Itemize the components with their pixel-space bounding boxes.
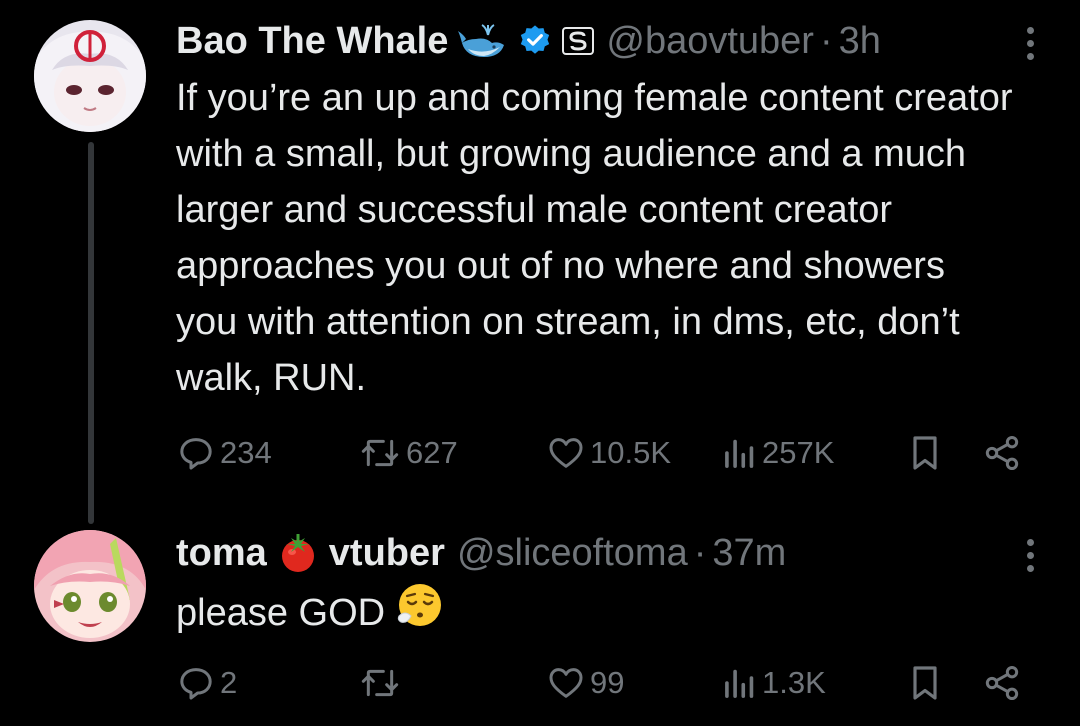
reply-icon bbox=[180, 668, 212, 700]
tweet-toma[interactable]: toma vtuber @sliceoftoma · 37m please GO… bbox=[0, 500, 1080, 726]
repost-count: 627 bbox=[406, 435, 458, 470]
avatar[interactable] bbox=[34, 20, 146, 132]
view-count: 1.3K bbox=[762, 665, 826, 700]
share-button[interactable] bbox=[982, 660, 1022, 706]
whale-icon bbox=[458, 21, 508, 61]
separator: · bbox=[819, 20, 833, 62]
affiliate-badge-icon[interactable] bbox=[562, 27, 595, 55]
views-icon bbox=[725, 669, 754, 698]
views-button[interactable]: 1.3K bbox=[722, 660, 826, 706]
views-button[interactable]: 257K bbox=[722, 430, 834, 476]
author-handle[interactable]: @baovtuber bbox=[606, 18, 814, 64]
reply-count: 2 bbox=[220, 665, 238, 700]
bookmark-icon bbox=[913, 666, 937, 700]
author-name[interactable]: Bao The Whale bbox=[176, 18, 448, 64]
exhaling-face-icon bbox=[395, 580, 445, 646]
tomato-icon bbox=[277, 532, 319, 574]
like-button[interactable]: 99 bbox=[546, 660, 624, 706]
verified-badge-icon[interactable] bbox=[518, 24, 552, 58]
like-count: 10.5K bbox=[590, 435, 672, 470]
views-icon bbox=[725, 439, 754, 468]
more-options-icon[interactable] bbox=[1020, 532, 1040, 578]
more-options-icon[interactable] bbox=[1020, 20, 1040, 66]
repost-icon bbox=[361, 439, 399, 467]
reply-icon bbox=[180, 438, 212, 470]
heart-icon bbox=[549, 668, 583, 698]
tweet-header: toma vtuber @sliceoftoma · 37m bbox=[176, 530, 786, 576]
reply-button[interactable]: 234 bbox=[176, 430, 272, 476]
separator: · bbox=[693, 532, 707, 574]
bookmark-icon bbox=[913, 436, 937, 470]
author-handle[interactable]: @sliceoftoma bbox=[457, 530, 688, 576]
timestamp[interactable]: 3h bbox=[839, 18, 881, 64]
bookmark-button[interactable] bbox=[908, 430, 942, 476]
reply-count: 234 bbox=[220, 435, 272, 470]
heart-icon bbox=[549, 438, 583, 468]
timestamp[interactable]: 37m bbox=[712, 530, 786, 576]
like-button[interactable]: 10.5K bbox=[546, 430, 671, 476]
view-count: 257K bbox=[762, 435, 835, 470]
reply-button[interactable]: 2 bbox=[176, 660, 237, 706]
tweet-header: Bao The Whale @baovtuber · 3h bbox=[176, 18, 881, 64]
author-name-part1[interactable]: toma bbox=[176, 530, 267, 576]
share-icon bbox=[985, 666, 1019, 700]
like-count: 99 bbox=[590, 665, 625, 700]
share-icon bbox=[985, 436, 1019, 470]
avatar[interactable] bbox=[34, 530, 146, 642]
share-button[interactable] bbox=[982, 430, 1022, 476]
repost-button[interactable] bbox=[358, 660, 406, 706]
tweet-text-row: please GOD bbox=[176, 580, 1016, 646]
tweet-text: please GOD bbox=[176, 592, 386, 634]
action-bar: 2 99 1.3K bbox=[176, 660, 1036, 706]
action-bar: 234 627 10.5K 257K bbox=[176, 430, 1036, 476]
author-name-part2[interactable]: vtuber bbox=[329, 530, 445, 576]
tweet-text: If you’re an up and coming female conten… bbox=[176, 77, 1013, 399]
bookmark-button[interactable] bbox=[908, 660, 942, 706]
repost-button[interactable]: 627 bbox=[358, 430, 458, 476]
repost-icon bbox=[361, 669, 399, 697]
tweet-bao[interactable]: Bao The Whale @baovtuber · 3h If you’re … bbox=[0, 0, 1080, 500]
